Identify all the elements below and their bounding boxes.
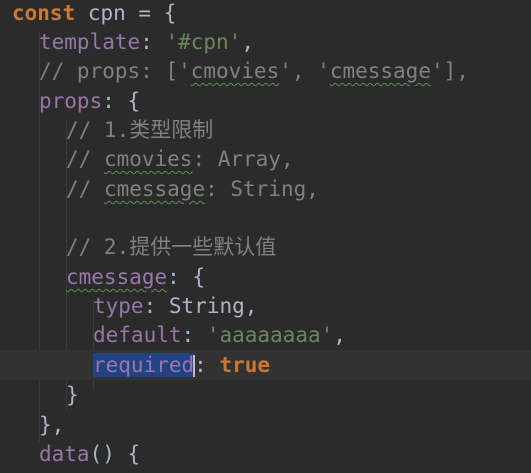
property-name: type <box>93 294 144 318</box>
code-line[interactable]: // props: ['cmovies', 'cmessage'], <box>39 56 531 86</box>
comment-text: // props: [' <box>39 59 191 83</box>
code-text: : <box>194 353 220 377</box>
comment-text: cmovies <box>103 147 193 171</box>
property-name: data <box>39 442 90 466</box>
code-text: String <box>168 294 245 318</box>
comment-text: ', ' <box>279 59 330 83</box>
code-text: , <box>333 323 346 347</box>
code-text: } <box>66 383 79 407</box>
code-line-current[interactable]: required: true <box>0 350 531 380</box>
code-editor[interactable]: const cpn = { template: '#cpn', // props… <box>0 0 531 473</box>
code-line[interactable]: }, <box>39 410 531 440</box>
comment-text: '], <box>430 59 469 83</box>
code-text: : <box>140 30 166 54</box>
code-line[interactable]: cmessage: { <box>66 262 531 292</box>
comment-text: cmovies <box>190 59 280 83</box>
selected-text: required <box>93 353 195 377</box>
property-name: default <box>93 323 182 347</box>
property-name: props <box>39 89 103 113</box>
comment-text: // 2.提供一些默认值 <box>66 235 277 259</box>
code-text: }, <box>39 413 65 437</box>
code-text: : <box>181 323 207 347</box>
code-line[interactable]: // cmovies: Array, <box>66 144 531 174</box>
property-name: template <box>39 30 141 54</box>
comment-text: // <box>66 147 104 171</box>
string-literal: 'aaaaaaaa' <box>206 323 334 347</box>
code-line[interactable]: // 2.提供一些默认值 <box>66 232 531 262</box>
property-name: cmessage <box>66 265 168 289</box>
code-line[interactable]: const cpn = { <box>12 0 531 28</box>
comment-text: : String, <box>205 177 319 201</box>
code-text: , <box>241 30 254 54</box>
comment-text: cmessage <box>329 59 431 83</box>
code-line[interactable]: data() { <box>39 439 531 469</box>
comment-text: // <box>66 177 104 201</box>
code-line[interactable]: props: { <box>39 86 531 116</box>
code-line[interactable]: // cmessage: String, <box>66 174 531 204</box>
code-text: : { <box>102 89 141 113</box>
code-line[interactable]: template: '#cpn', <box>39 27 531 57</box>
code-text: cpn = { <box>75 1 177 25</box>
comment-text: // 1.类型限制 <box>66 118 214 142</box>
code-text: : { <box>167 265 206 289</box>
keyword: const <box>12 1 76 25</box>
string-literal: '#cpn' <box>165 30 242 54</box>
code-text: , <box>244 294 258 318</box>
code-text: () { <box>89 442 141 466</box>
keyword: true <box>219 353 271 377</box>
comment-text: cmessage <box>103 177 206 201</box>
code-line[interactable]: } <box>66 380 531 410</box>
code-text: : <box>143 294 169 318</box>
code-line[interactable]: default: 'aaaaaaaa', <box>93 320 531 350</box>
code-line[interactable]: type: String, <box>93 291 531 321</box>
code-line[interactable]: // 1.类型限制 <box>66 115 531 145</box>
comment-text: : Array, <box>192 147 294 171</box>
